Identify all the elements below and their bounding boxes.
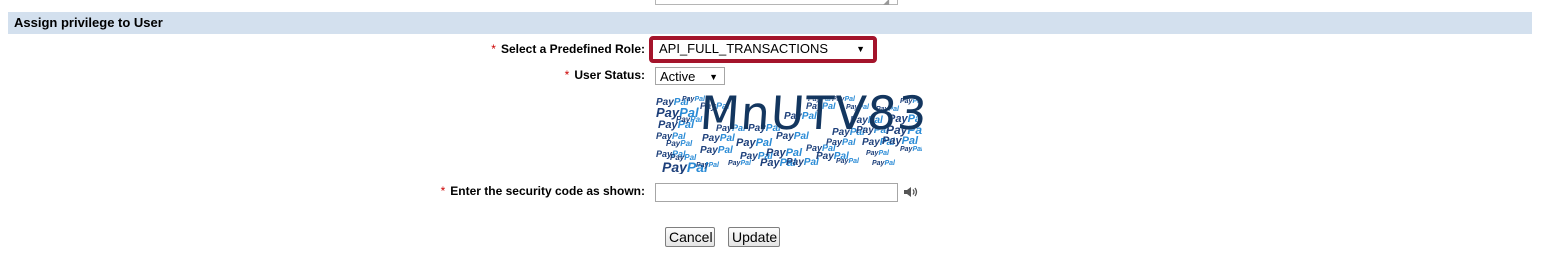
audio-captcha-icon[interactable]	[903, 185, 919, 199]
required-marker: *	[564, 68, 570, 82]
captcha-brand-tile: PayPal	[786, 157, 819, 168]
captcha-brand-tile: PayPal	[696, 162, 719, 169]
role-select-value: API_FULL_TRANSACTIONS	[659, 41, 829, 56]
captcha-brand-tile: PayPal	[666, 139, 693, 148]
captcha-brand-tile: PayPal	[872, 160, 895, 167]
status-select-value: Active	[660, 69, 696, 84]
captcha-brand-tile: PayPal	[700, 145, 733, 156]
status-select[interactable]: Active ▼	[655, 67, 725, 85]
captcha-brand-tile: PayPal	[866, 150, 889, 157]
role-label: * Select a Predefined Role:	[491, 42, 645, 56]
required-marker: *	[491, 42, 496, 56]
section-title: Assign privilege to User	[14, 15, 163, 30]
captcha-brand-tile: PayPal	[836, 158, 859, 165]
dropdown-arrow-icon: ▼	[856, 44, 865, 54]
required-marker: *	[440, 184, 446, 198]
update-button[interactable]: Update	[728, 227, 780, 247]
security-code-input[interactable]	[655, 183, 898, 202]
previous-field-fragment: ◢	[655, 0, 898, 6]
security-code-label: * Enter the security code as shown:	[440, 184, 645, 198]
section-header: Assign privilege to User	[8, 12, 1532, 34]
status-label: * User Status:	[564, 68, 645, 82]
cancel-button[interactable]: Cancel	[665, 227, 715, 247]
captcha-brand-tile: PayPal	[900, 146, 922, 153]
resize-grip-icon: ◢	[883, 0, 890, 6]
captcha-brand-tile: PayPal	[728, 160, 751, 167]
captcha-code-text: MnUTV83	[698, 86, 930, 140]
role-select[interactable]: API_FULL_TRANSACTIONS ▼	[655, 40, 871, 58]
dropdown-arrow-icon: ▼	[709, 72, 718, 82]
